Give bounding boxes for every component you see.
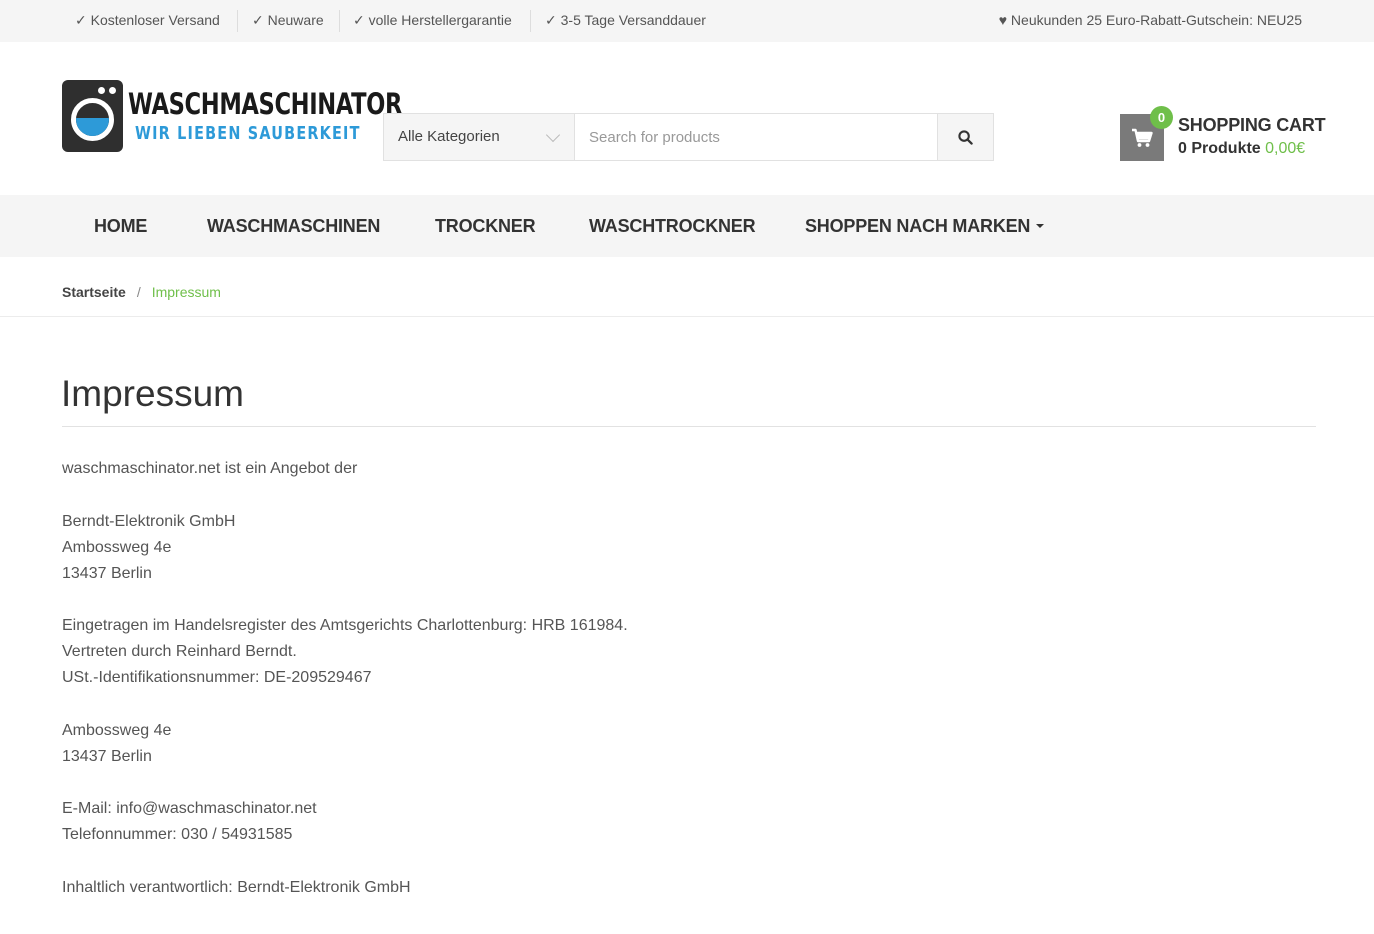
- nav-item-home[interactable]: HOME: [94, 195, 147, 257]
- search-button[interactable]: [937, 114, 993, 160]
- usp-divider: [530, 10, 531, 32]
- usp-warranty: ✓ volle Herstellergarantie: [353, 12, 512, 28]
- imprint-line: waschmaschinator.net ist ein Angebot der: [62, 460, 358, 477]
- nav-item-brands-label: SHOPPEN NACH MARKEN: [805, 216, 1031, 236]
- usp-free-shipping: ✓ Kostenloser Versand: [75, 12, 220, 28]
- cart-total: 0,00€: [1265, 140, 1306, 157]
- imprint-line: 13437 Berlin: [62, 747, 152, 765]
- imprint-line: Eingetragen im Handelsregister des Amtsg…: [62, 617, 628, 634]
- nav-item-brands[interactable]: SHOPPEN NACH MARKEN: [805, 195, 1045, 257]
- imprint-line: E-Mail: info@waschmaschinator.net: [62, 800, 317, 817]
- imprint-line: Berndt-Elektronik GmbH: [62, 512, 236, 530]
- cart-icon: [1132, 128, 1153, 147]
- imprint-line: Vertreten durch Reinhard Berndt.: [62, 643, 297, 660]
- category-select-value: Alle Kategorien: [398, 128, 500, 145]
- page-title: Impressum: [61, 373, 244, 414]
- search-icon: [958, 129, 973, 145]
- breadcrumb: Startseite / Impressum: [62, 284, 221, 300]
- nav-item-waschmaschinen[interactable]: WASCHMASCHINEN: [207, 195, 380, 257]
- cart-summary[interactable]: 0 Produkte 0,00€: [1178, 140, 1305, 158]
- top-bar: ✓ Kostenloser Versand ✓ Neuware ✓ volle …: [0, 0, 1374, 42]
- main-nav: HOME WASCHMASCHINEN TROCKNER WASCHTROCKN…: [0, 195, 1374, 257]
- category-select[interactable]: Alle Kategorien: [384, 114, 575, 160]
- search-input[interactable]: [576, 114, 938, 160]
- usp-delivery-time: ✓ 3-5 Tage Versanddauer: [545, 12, 706, 28]
- chevron-down-icon: [545, 127, 561, 143]
- promo-voucher: ♥ Neukunden 25 Euro-Rabatt-Gutschein: NE…: [998, 12, 1302, 28]
- cart-count-badge: 0: [1150, 106, 1173, 129]
- imprint-line: Ambossweg 4e: [62, 538, 172, 556]
- product-search: Alle Kategorien: [383, 113, 994, 161]
- washing-machine-icon: [62, 80, 123, 152]
- imprint-line: Ambossweg 4e: [62, 721, 172, 739]
- nav-item-trockner[interactable]: TROCKNER: [435, 195, 536, 257]
- usp-divider: [237, 10, 238, 32]
- logo-subtitle: WIR LIEBEN SAUBERKEIT: [135, 123, 361, 144]
- imprint-content: waschmaschinator.net ist ein Angebot der…: [62, 456, 1316, 901]
- divider: [0, 316, 1374, 317]
- breadcrumb-home[interactable]: Startseite: [62, 284, 126, 300]
- imprint-line: 13437 Berlin: [62, 564, 152, 582]
- caret-down-icon: [1036, 224, 1045, 229]
- logo-title: WASCHMASCHINATOR: [128, 87, 403, 121]
- usp-new-goods: ✓ Neuware: [252, 12, 324, 28]
- usp-divider: [339, 10, 340, 32]
- cart-product-count: 0 Produkte: [1178, 140, 1261, 157]
- imprint-line: USt.-Identifikationsnummer: DE-209529467: [62, 669, 372, 686]
- imprint-line: Telefonnummer: 030 / 54931585: [62, 826, 293, 843]
- divider: [62, 426, 1316, 427]
- nav-item-waschtrockner[interactable]: WASCHTROCKNER: [589, 195, 756, 257]
- breadcrumb-current: Impressum: [151, 284, 221, 300]
- breadcrumb-separator: /: [136, 284, 141, 300]
- imprint-line: Inhaltlich verantwortlich: Berndt-Elektr…: [62, 878, 411, 896]
- cart-title[interactable]: SHOPPING CART: [1178, 115, 1326, 136]
- site-logo[interactable]: WASCHMASCHINATOR WIR LIEBEN SAUBERKEIT: [62, 80, 402, 154]
